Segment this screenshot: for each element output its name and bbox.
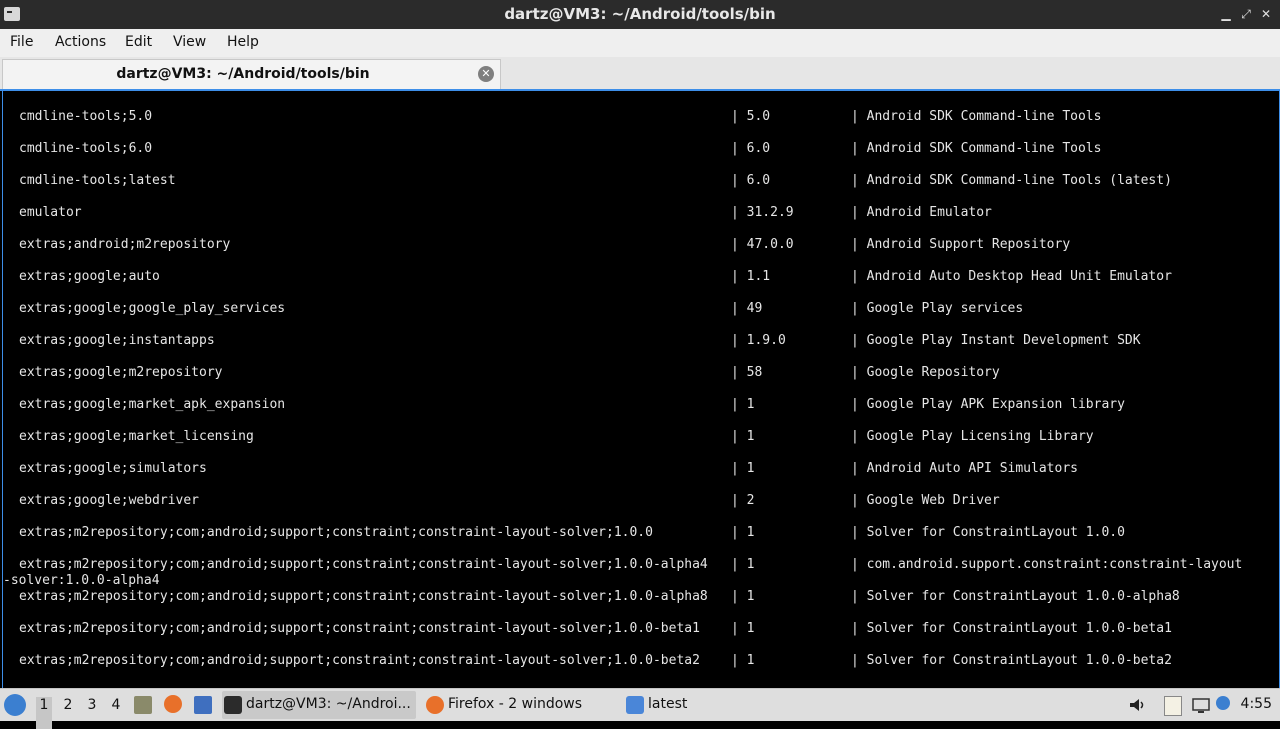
- package-path: extras;google;instantapps: [19, 333, 215, 348]
- package-description: | Solver for ConstraintLayout 1.0.0-beta…: [851, 653, 1172, 668]
- firefox-icon: [426, 696, 444, 714]
- folder-icon: [626, 696, 644, 714]
- package-description: | Android Emulator: [851, 205, 992, 220]
- desktop-3[interactable]: 3: [84, 697, 100, 729]
- package-path: extras;android;m2repository: [19, 237, 231, 252]
- menu-actions[interactable]: Actions: [55, 34, 106, 50]
- package-version: | 6.0: [731, 173, 771, 188]
- package-description: | Android SDK Command-line Tools (latest…: [851, 173, 1172, 188]
- update-notifier-icon[interactable]: [1216, 696, 1230, 710]
- menu-file[interactable]: File: [10, 34, 33, 50]
- desktop-1[interactable]: 1: [36, 697, 52, 729]
- package-version: | 6.0: [731, 141, 771, 156]
- package-version: | 1: [731, 525, 755, 540]
- package-path: extras;m2repository;com;android;support;…: [19, 557, 708, 572]
- package-path: cmdline-tools;6.0: [19, 141, 153, 156]
- package-description: | Solver for ConstraintLayout 1.0.0-beta…: [851, 621, 1172, 636]
- package-description: | Google Play services: [851, 301, 1024, 316]
- firefox-launcher-icon[interactable]: [164, 695, 182, 713]
- package-description: | Android SDK Command-line Tools: [851, 109, 1102, 124]
- task-terminal[interactable]: dartz@VM3: ~/Androi...: [222, 691, 416, 719]
- clipboard-icon[interactable]: [1164, 696, 1182, 716]
- maximize-button[interactable]: ⤢: [1238, 6, 1254, 22]
- package-version: | 1: [731, 429, 755, 444]
- window-title: dartz@VM3: ~/Android/tools/bin: [504, 5, 776, 23]
- terminal-icon: [224, 696, 242, 714]
- menu-edit[interactable]: Edit: [125, 34, 152, 50]
- package-description: | Google Web Driver: [851, 493, 1000, 508]
- package-version: | 58: [731, 365, 763, 380]
- terminal-output[interactable]: cmdline-tools;5.0 | 5.0 | Android SDK Comm…: [2, 91, 1280, 688]
- package-path: extras;m2repository;com;android;support;…: [19, 653, 700, 668]
- package-path: extras;google;m2repository: [19, 365, 223, 380]
- package-path: extras;m2repository;com;android;support;…: [19, 589, 708, 604]
- package-version: | 1: [731, 621, 755, 636]
- start-menu-icon[interactable]: [4, 694, 26, 716]
- package-path: cmdline-tools;latest: [19, 173, 176, 188]
- window-titlebar: dartz@VM3: ~/Android/tools/bin ▁ ⤢ ✕: [0, 0, 1280, 29]
- clock: 4:55: [1240, 696, 1272, 712]
- tab-terminal[interactable]: dartz@VM3: ~/Android/tools/bin ✕: [2, 59, 501, 89]
- network-monitor-icon[interactable]: [1192, 696, 1210, 714]
- package-path: extras;google;market_apk_expansion: [19, 397, 286, 412]
- menu-help[interactable]: Help: [227, 34, 259, 50]
- package-description: | Android Auto API Simulators: [851, 461, 1078, 476]
- desktop-4[interactable]: 4: [108, 697, 124, 729]
- menubar: File Actions Edit View Help: [0, 29, 1280, 57]
- package-description: | Google Play Licensing Library: [851, 429, 1094, 444]
- package-path: emulator: [19, 205, 82, 220]
- package-version: | 1: [731, 589, 755, 604]
- package-description: | Android SDK Command-line Tools: [851, 141, 1102, 156]
- task-firefox[interactable]: Firefox - 2 windows: [424, 691, 616, 719]
- taskbar: 1 2 3 4 dartz@VM3: ~/Androi... Firefox -…: [0, 688, 1280, 729]
- package-description: | com.android.support.constraint:constra…: [851, 557, 1243, 572]
- package-description: | Google Play APK Expansion library: [851, 397, 1125, 412]
- package-path: extras;google;google_play_services: [19, 301, 286, 316]
- package-version: | 5.0: [731, 109, 771, 124]
- package-version: | 1.9.0: [731, 333, 786, 348]
- desktop-2[interactable]: 2: [60, 697, 76, 729]
- package-version: | 1.1: [731, 269, 771, 284]
- package-description: | Android Auto Desktop Head Unit Emulato…: [851, 269, 1172, 284]
- close-window-button[interactable]: ✕: [1258, 6, 1274, 22]
- package-description: | Solver for ConstraintLayout 1.0.0-alph…: [851, 589, 1180, 604]
- package-path: extras;google;webdriver: [19, 493, 200, 508]
- task-terminal-label: dartz@VM3: ~/Androi...: [246, 696, 411, 712]
- minimize-button[interactable]: ▁: [1218, 6, 1234, 22]
- package-description: | Google Repository: [851, 365, 1000, 380]
- package-description: | Solver for ConstraintLayout 1.0.0: [851, 525, 1125, 540]
- tab-close-icon[interactable]: ✕: [478, 66, 494, 82]
- task-folder-label: latest: [648, 696, 688, 712]
- terminal-wrapped-line: -solver:1.0.0-alpha4: [3, 573, 160, 588]
- package-description: | Google Play Instant Development SDK: [851, 333, 1141, 348]
- package-version: | 31.2.9: [731, 205, 794, 220]
- package-version: | 1: [731, 557, 755, 572]
- volume-icon[interactable]: [1128, 696, 1146, 714]
- package-path: extras;google;simulators: [19, 461, 207, 476]
- tab-bar: dartz@VM3: ~/Android/tools/bin ✕: [0, 57, 1280, 91]
- package-path: cmdline-tools;5.0: [19, 109, 153, 124]
- package-path: extras;m2repository;com;android;support;…: [19, 621, 700, 636]
- package-path: extras;google;auto: [19, 269, 160, 284]
- task-firefox-label: Firefox - 2 windows: [448, 696, 583, 712]
- tab-label: dartz@VM3: ~/Android/tools/bin: [116, 66, 370, 82]
- package-version: | 2: [731, 493, 755, 508]
- package-version: | 1: [731, 397, 755, 412]
- package-path: extras;google;market_licensing: [19, 429, 254, 444]
- package-version: | 49: [731, 301, 763, 316]
- package-path: extras;m2repository;com;android;support;…: [19, 525, 653, 540]
- file-manager-launcher-icon[interactable]: [134, 696, 152, 714]
- package-version: | 1: [731, 461, 755, 476]
- task-folder[interactable]: latest: [624, 691, 744, 719]
- desktop-launcher-icon[interactable]: [194, 696, 212, 714]
- package-description: | Android Support Repository: [851, 237, 1071, 252]
- package-version: | 47.0.0: [731, 237, 794, 252]
- package-version: | 1: [731, 653, 755, 668]
- menu-view[interactable]: View: [173, 34, 206, 50]
